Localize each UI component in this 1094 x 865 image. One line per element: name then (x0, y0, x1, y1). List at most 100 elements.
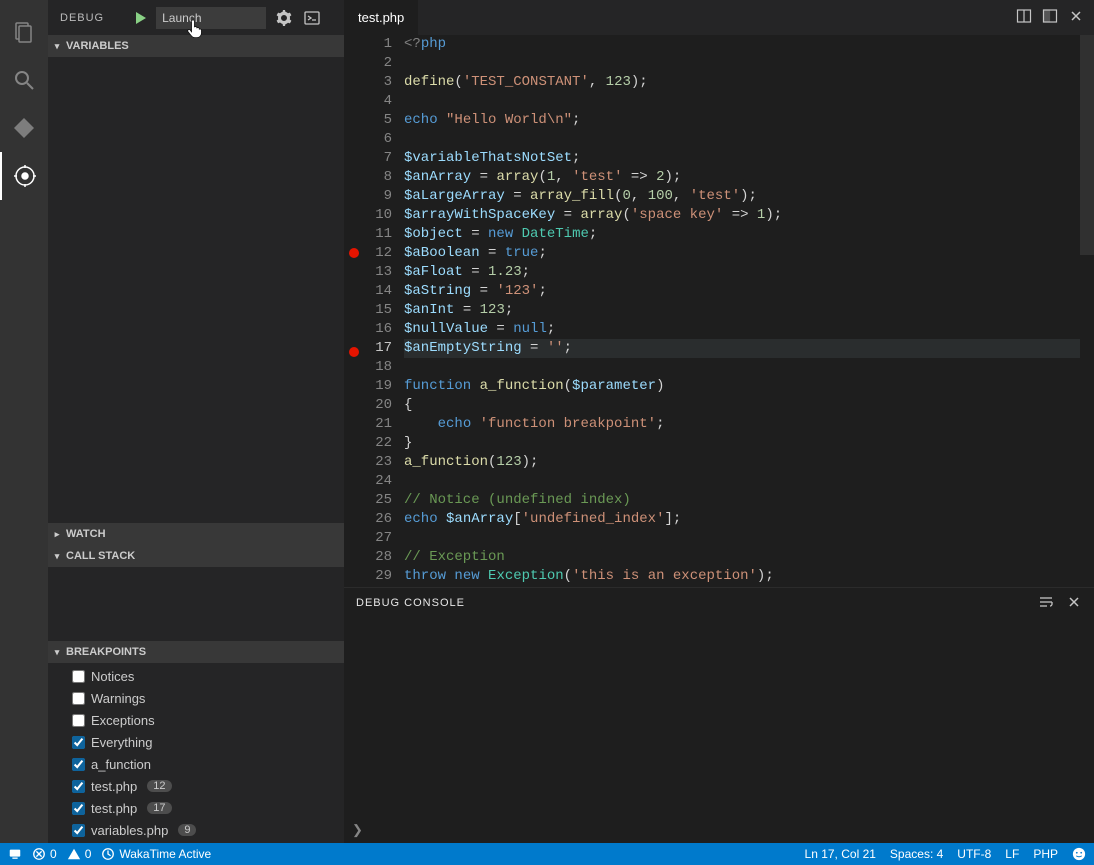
code-line[interactable]: $aLargeArray = array_fill(0, 100, 'test'… (404, 187, 1080, 206)
code-line[interactable]: // Exception (404, 548, 1080, 567)
line-number: 26 (364, 510, 392, 529)
code-line[interactable]: function a_function($parameter) (404, 377, 1080, 396)
editor[interactable]: 1234567891011121314151617181920212223242… (344, 35, 1094, 587)
status-wakatime[interactable]: WakaTime Active (101, 847, 211, 861)
line-number: 21 (364, 415, 392, 434)
breakpoint-icon[interactable] (349, 248, 359, 258)
activity-item-search[interactable] (0, 56, 48, 104)
code-line[interactable]: $anArray = array(1, 'test' => 2); (404, 168, 1080, 187)
breakpoint-checkbox[interactable] (72, 736, 85, 749)
line-number: 19 (364, 377, 392, 396)
debug-config-select[interactable]: Launch (156, 7, 266, 29)
code-line[interactable]: $object = new DateTime; (404, 225, 1080, 244)
callstack-panel (48, 567, 344, 641)
debug-console-toggle-icon[interactable] (302, 8, 322, 28)
code-line[interactable]: $aBoolean = true; (404, 244, 1080, 263)
section-header-breakpoints[interactable]: ▾ BREAKPOINTS (48, 641, 344, 663)
debug-console-input[interactable]: ❯ (344, 817, 1094, 843)
activity-item-explorer[interactable] (0, 8, 48, 56)
code-line[interactable]: } (404, 434, 1080, 453)
line-number: 29 (364, 567, 392, 586)
code-line[interactable]: echo "Hello World\n"; (404, 111, 1080, 130)
gear-icon[interactable] (274, 8, 294, 28)
breakpoint-checkbox[interactable] (72, 780, 85, 793)
breakpoint-item[interactable]: test.php 12 (48, 775, 344, 797)
code-line[interactable]: echo $anArray['undefined_index']; (404, 510, 1080, 529)
line-number: 28 (364, 548, 392, 567)
tab-test-php[interactable]: test.php (344, 0, 419, 35)
more-actions-icon[interactable] (1042, 8, 1058, 27)
breakpoint-label: Everything (91, 735, 152, 750)
minimap[interactable] (1080, 35, 1094, 587)
word-wrap-icon[interactable] (1038, 594, 1054, 613)
status-remote-icon[interactable] (8, 847, 22, 861)
start-debug-button[interactable] (132, 10, 148, 26)
code-line[interactable]: $variableThatsNotSet; (404, 149, 1080, 168)
code-line[interactable] (404, 529, 1080, 548)
activity-item-scm[interactable] (0, 104, 48, 152)
code-line[interactable]: define('TEST_CONSTANT', 123); (404, 73, 1080, 92)
status-ln-col[interactable]: Ln 17, Col 21 (805, 847, 876, 861)
breakpoint-item[interactable]: test.php17 (48, 797, 344, 819)
status-lang[interactable]: PHP (1033, 847, 1058, 861)
code-line[interactable]: $anInt = 123; (404, 301, 1080, 320)
section-label-breakpoints: BREAKPOINTS (66, 646, 146, 658)
breakpoint-item[interactable]: Warnings (48, 687, 344, 709)
code-line[interactable] (404, 358, 1080, 377)
debug-sidebar: DEBUG Launch ▾ VARIABLES ▸ WAT (48, 0, 344, 843)
breakpoint-checkbox[interactable] (72, 824, 85, 837)
line-number: 27 (364, 529, 392, 548)
code-line[interactable]: $aFloat = 1.23; (404, 263, 1080, 282)
breakpoint-checkbox[interactable] (72, 670, 85, 683)
code-line[interactable]: { (404, 396, 1080, 415)
status-eol[interactable]: LF (1005, 847, 1019, 861)
status-encoding[interactable]: UTF-8 (957, 847, 991, 861)
breakpoint-checkbox[interactable] (72, 692, 85, 705)
code-line[interactable] (404, 92, 1080, 111)
breakpoint-checkbox[interactable] (72, 758, 85, 771)
breakpoints-panel: NoticesWarningsExceptions Everything a_fun… (48, 663, 344, 843)
close-panel-icon[interactable] (1066, 594, 1082, 613)
section-header-watch[interactable]: ▸ WATCH (48, 523, 344, 545)
status-errors[interactable]: 0 (32, 847, 57, 861)
code-line[interactable] (404, 130, 1080, 149)
breakpoint-conditional-icon[interactable] (349, 347, 359, 357)
code-line[interactable]: echo 'function breakpoint'; (404, 415, 1080, 434)
status-feedback-icon[interactable] (1072, 847, 1086, 861)
code-line[interactable]: $nullValue = null; (404, 320, 1080, 339)
breakpoint-item[interactable]: Exceptions (48, 709, 344, 731)
breakpoint-item[interactable]: Notices (48, 665, 344, 687)
breakpoint-line-badge: 12 (147, 780, 171, 792)
line-number: 2 (364, 54, 392, 73)
breakpoint-line-badge: 9 (178, 824, 196, 836)
status-warnings[interactable]: 0 (67, 847, 92, 861)
status-spaces[interactable]: Spaces: 4 (890, 847, 943, 861)
section-header-callstack[interactable]: ▾ CALL STACK (48, 545, 344, 567)
line-number: 3 (364, 73, 392, 92)
activity-item-debug[interactable] (0, 152, 48, 200)
code-line[interactable]: <?php (404, 35, 1080, 54)
breakpoint-item[interactable]: variables.php9 (48, 819, 344, 841)
code-line[interactable]: a_function(123); (404, 453, 1080, 472)
minimap-slider[interactable] (1080, 35, 1094, 255)
debug-console-body (344, 618, 1094, 817)
close-icon[interactable] (1068, 8, 1084, 27)
code-line[interactable]: throw new Exception('this is an exceptio… (404, 567, 1080, 586)
code-line[interactable] (404, 54, 1080, 73)
line-number: 8 (364, 168, 392, 187)
code-line[interactable]: $aString = '123'; (404, 282, 1080, 301)
code-line[interactable]: $arrayWithSpaceKey = array('space key' =… (404, 206, 1080, 225)
split-editor-icon[interactable] (1016, 8, 1032, 27)
line-number: 7 (364, 149, 392, 168)
debug-console: DEBUG CONSOLE ❯ (344, 587, 1094, 843)
breakpoint-item[interactable]: Everything (48, 731, 344, 753)
debug-console-title: DEBUG CONSOLE (356, 597, 465, 609)
breakpoint-label: test.php (91, 779, 137, 794)
code-line[interactable]: // Notice (undefined index) (404, 491, 1080, 510)
code-line[interactable] (404, 472, 1080, 491)
breakpoint-item[interactable]: a_function (48, 753, 344, 775)
status-bar: 0 0 WakaTime Active Ln 17, Col 21 Spaces… (0, 843, 1094, 865)
breakpoint-checkbox[interactable] (72, 802, 85, 815)
breakpoint-checkbox[interactable] (72, 714, 85, 727)
section-header-variables[interactable]: ▾ VARIABLES (48, 35, 344, 57)
